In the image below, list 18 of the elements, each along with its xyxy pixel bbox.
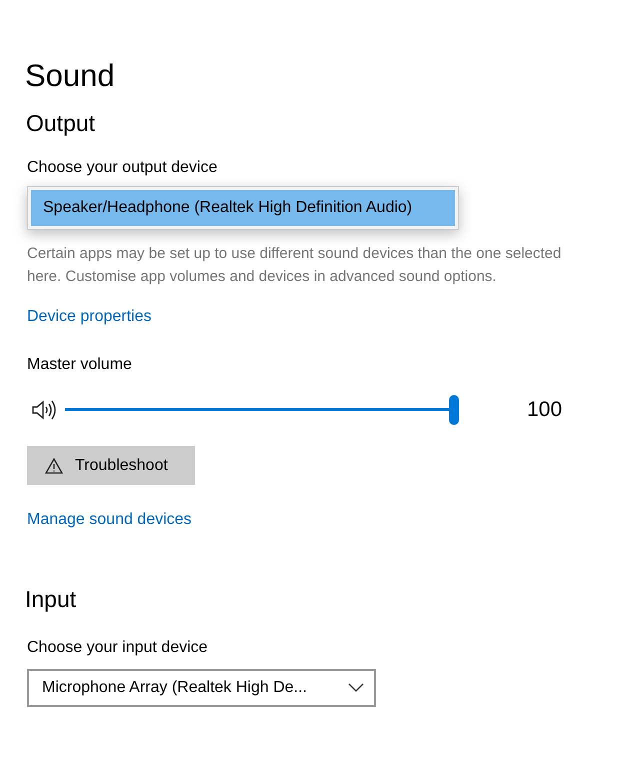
section-heading: Input xyxy=(25,585,78,614)
warning-icon xyxy=(45,458,63,474)
chevron-down-icon xyxy=(348,683,364,693)
volume-slider[interactable] xyxy=(65,394,459,426)
section-heading: Output xyxy=(26,109,96,138)
page-title: Sound xyxy=(25,57,116,95)
slider-thumb[interactable] xyxy=(449,395,459,425)
troubleshoot-button[interactable]: Troubleshoot xyxy=(27,446,195,485)
dropdown-option[interactable]: Speaker/Headphone (Realtek High Definition Audio) xyxy=(31,190,455,226)
field-label: Choose your input device xyxy=(27,638,209,658)
field-label: Choose your output device xyxy=(27,158,218,178)
dropdown[interactable]: Microphone Array (Realtek High De... xyxy=(27,669,376,707)
volume-value: 100 xyxy=(527,397,562,424)
field-label: Master volume xyxy=(27,355,133,375)
manage-devices-link[interactable]: Manage sound devices xyxy=(27,508,192,532)
description-text: Certain apps may be set up to use different sound devices than the one selected here. Customise app volumes and devices in advanced sound options. xyxy=(27,244,562,287)
speaker-icon xyxy=(32,400,58,420)
device-properties-link[interactable]: Device properties xyxy=(27,305,152,329)
